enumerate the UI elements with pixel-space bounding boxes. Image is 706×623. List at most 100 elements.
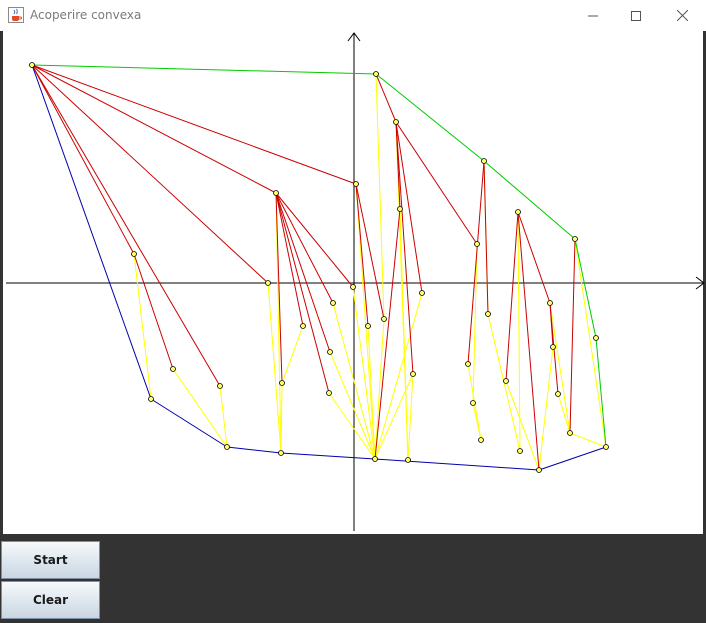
hull-edge-lower (226, 446, 282, 454)
candidate-edge (280, 382, 283, 454)
minimize-icon (588, 15, 598, 16)
rejected-edge (275, 192, 354, 288)
rejected-edge (467, 160, 485, 365)
point-marker (327, 349, 333, 355)
point-marker (29, 62, 35, 68)
rejected-edge (31, 64, 269, 284)
java-cup-icon (8, 7, 24, 23)
point-marker (131, 251, 137, 257)
point-marker (148, 396, 154, 402)
point-marker (485, 311, 491, 317)
point-marker (465, 361, 471, 367)
hull-edge-lower (538, 446, 607, 471)
candidate-edge (549, 302, 571, 434)
minimize-button[interactable] (570, 0, 616, 31)
candidate-edge (172, 368, 228, 448)
maximize-icon (631, 10, 641, 21)
point-marker (536, 467, 542, 473)
point-marker (393, 119, 399, 125)
rejected-edge (275, 192, 330, 394)
candidate-edge (557, 393, 571, 434)
rejected-edge (569, 238, 576, 434)
candidate-edge (374, 318, 385, 460)
point-marker (567, 430, 573, 436)
candidate-edge (395, 121, 409, 461)
point-marker (353, 181, 359, 187)
point-marker (365, 323, 371, 329)
candidate-edge (472, 402, 482, 441)
point-marker (405, 457, 411, 463)
candidate-edge (569, 432, 607, 448)
point-marker (550, 344, 556, 350)
point-marker (517, 448, 523, 454)
point-marker (279, 380, 285, 386)
rejected-edge (31, 64, 357, 185)
rejected-edge (395, 121, 478, 245)
hull-edge-lower (150, 398, 228, 448)
clear-button[interactable]: Clear (1, 581, 100, 619)
maximize-button[interactable] (613, 0, 659, 31)
point-marker (224, 444, 230, 450)
clear-button-label: Clear (32, 593, 69, 607)
point-marker (265, 280, 271, 286)
point-marker (503, 378, 509, 384)
rejected-edge (275, 192, 334, 304)
point-marker (515, 209, 521, 215)
hull-edge-lower (374, 458, 540, 471)
point-marker (410, 371, 416, 377)
point-marker (397, 206, 403, 212)
candidate-edge (407, 373, 414, 461)
point-marker (555, 391, 561, 397)
start-button[interactable]: Start (1, 541, 100, 579)
rejected-edge (355, 183, 369, 327)
point-marker (326, 390, 332, 396)
point-marker (603, 444, 609, 450)
point-marker (474, 241, 480, 247)
window-title: Acoperire convexa (30, 8, 142, 22)
candidate-edge (375, 73, 385, 320)
point-marker (372, 456, 378, 462)
rejected-edge (31, 64, 277, 194)
candidate-edge (505, 380, 540, 471)
candidate-edge (538, 346, 554, 471)
point-marker (373, 71, 379, 77)
drawing-canvas[interactable] (0, 31, 706, 534)
point-marker (381, 316, 387, 322)
rejected-edge (31, 64, 135, 255)
point-marker (481, 158, 487, 164)
candidate-edge (355, 183, 376, 460)
axes (6, 32, 705, 531)
candidate-edge (574, 238, 607, 448)
points (29, 62, 609, 473)
rejected-edge (517, 211, 551, 304)
candidate-edge (281, 325, 304, 384)
hull-edge-lower (31, 64, 152, 400)
rejected-edges (31, 64, 576, 471)
rejected-edge (133, 253, 174, 370)
close-button[interactable] (659, 0, 705, 31)
rejected-edge (375, 73, 397, 123)
point-marker (593, 335, 599, 341)
candidate-edges (133, 73, 607, 471)
point-marker (300, 323, 306, 329)
close-icon (676, 10, 688, 21)
rejected-edge (483, 160, 489, 315)
candidate-edge (133, 253, 152, 400)
point-marker (330, 300, 336, 306)
point-marker (278, 450, 284, 456)
point-marker (273, 190, 279, 196)
point-marker (419, 290, 425, 296)
point-marker (572, 236, 578, 242)
start-button-label: Start (33, 553, 68, 567)
convex-hull-plot (6, 32, 705, 531)
hull-edge-upper (375, 73, 485, 162)
hull-edge-lower (280, 452, 376, 460)
point-marker (547, 300, 553, 306)
point-marker (170, 366, 176, 372)
rejected-edge (374, 208, 401, 460)
hull-edge-upper (574, 238, 597, 339)
hull-edge-upper (483, 160, 576, 240)
point-marker (478, 437, 484, 443)
point-marker (217, 383, 223, 389)
point-marker (350, 284, 356, 290)
